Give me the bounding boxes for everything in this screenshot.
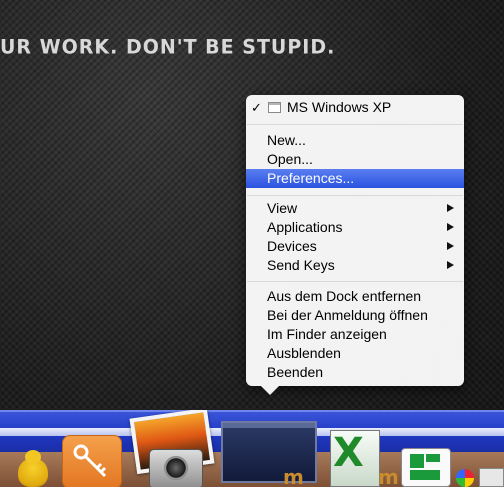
duck-icon[interactable] — [18, 450, 48, 487]
dock-context-menu: ✓ MS Windows XP New... Open... Preferenc… — [246, 95, 464, 395]
menu-pointer — [261, 386, 279, 395]
spreadsheet-icon[interactable] — [479, 468, 504, 487]
menu-item-label: Applications — [267, 219, 343, 235]
camera-icon — [149, 449, 203, 487]
menu-item-hide[interactable]: Ausblenden — [246, 344, 464, 363]
green-block — [410, 454, 424, 468]
menu-separator — [247, 281, 463, 282]
key-icon — [73, 444, 107, 478]
menu-item-show-in-finder[interactable]: Im Finder anzeigen — [246, 325, 464, 344]
menu-item-devices[interactable]: Devices — [246, 237, 464, 256]
dock: m X m — [0, 410, 504, 487]
menu-item-quit[interactable]: Beenden — [246, 363, 464, 382]
menu-item-label: Ausblenden — [267, 345, 341, 361]
vmware-fusion-icon-2[interactable]: m — [378, 465, 399, 487]
menu-item-vm-ms-windows-xp[interactable]: ✓ MS Windows XP — [246, 98, 464, 117]
menu-item-label: New... — [267, 132, 306, 148]
green-block — [426, 454, 440, 462]
menu-item-label: Im Finder anzeigen — [267, 326, 387, 342]
menu-item-label: View — [267, 200, 298, 216]
vm-window-icon — [268, 102, 281, 113]
menu-item-label: MS Windows XP — [287, 99, 392, 115]
menu-item-new[interactable]: New... — [246, 131, 464, 150]
green-block — [410, 470, 440, 480]
submenu-arrow-icon — [447, 204, 454, 212]
swirl-icon[interactable] — [456, 469, 474, 487]
menu-separator — [247, 195, 463, 196]
camera-lens — [164, 456, 188, 480]
menu-separator — [247, 124, 463, 125]
desktop-slogan: UR WORK. DON'T BE STUPID. — [0, 35, 336, 59]
menu-item-applications[interactable]: Applications — [246, 218, 464, 237]
submenu-arrow-icon — [447, 223, 454, 231]
excel-x-glyph: X — [333, 430, 364, 476]
menu-item-label: Open... — [267, 151, 313, 167]
menu-item-preferences[interactable]: Preferences... — [246, 169, 464, 188]
menu-item-label: Preferences... — [267, 170, 355, 186]
green-app-icon[interactable] — [401, 448, 451, 487]
submenu-arrow-icon — [447, 261, 454, 269]
keychain-icon[interactable] — [62, 435, 122, 487]
menu-item-view[interactable]: View — [246, 199, 464, 218]
checkmark-icon: ✓ — [251, 100, 262, 115]
menu-item-label: Send Keys — [267, 257, 335, 273]
menu-item-label: Aus dem Dock entfernen — [267, 288, 422, 304]
submenu-arrow-icon — [447, 242, 454, 250]
excel-icon[interactable]: X — [330, 430, 380, 487]
menu-item-label: Beenden — [267, 364, 324, 380]
menu-item-open-at-login[interactable]: Bei der Anmeldung öffnen — [246, 306, 464, 325]
menu-item-open[interactable]: Open... — [246, 150, 464, 169]
menu-item-label: Devices — [267, 238, 317, 254]
vmware-fusion-icon[interactable]: m — [283, 465, 304, 487]
iphoto-icon[interactable] — [129, 410, 215, 487]
menu-item-remove-from-dock[interactable]: Aus dem Dock entfernen — [246, 287, 464, 306]
menu-item-send-keys[interactable]: Send Keys — [246, 256, 464, 275]
menu-item-label: Bei der Anmeldung öffnen — [267, 307, 428, 323]
